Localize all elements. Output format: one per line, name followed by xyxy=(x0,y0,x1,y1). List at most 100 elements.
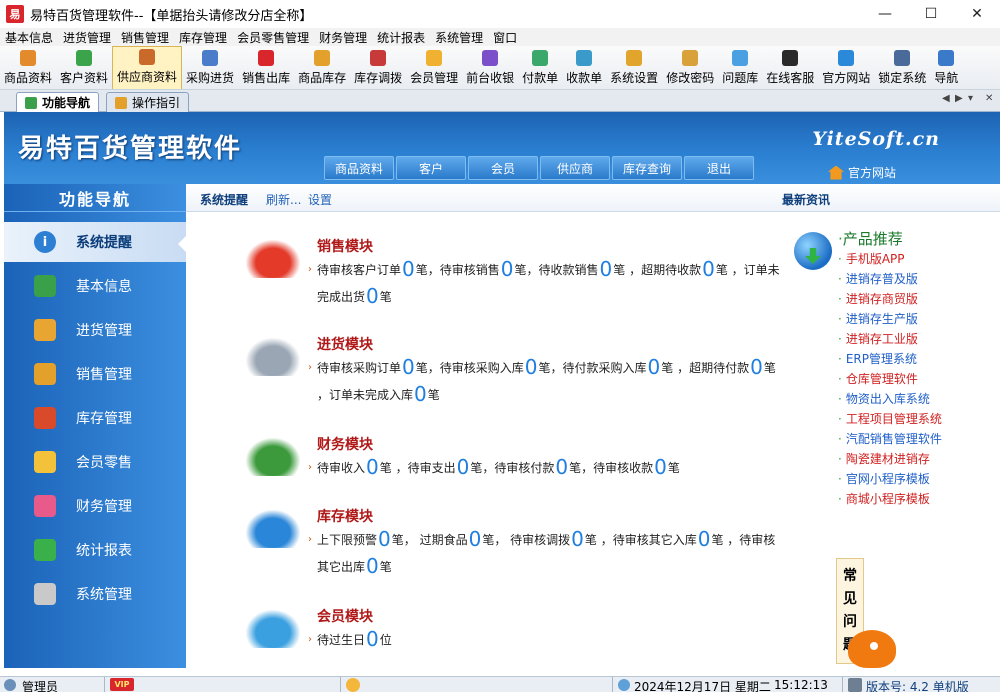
toolbar-button-10[interactable]: 收款单 xyxy=(562,46,606,89)
pending-count[interactable]: 0 xyxy=(469,527,482,551)
toolbar-button-7[interactable]: 会员管理 xyxy=(406,46,462,89)
recommend-link[interactable]: · 工程项目管理系统 xyxy=(838,410,942,427)
inventory-mgmt-icon xyxy=(34,407,56,429)
recommend-link[interactable]: · 商城小程序模板 xyxy=(838,490,930,507)
sidebar-item-2[interactable]: 进货管理 xyxy=(4,310,186,350)
toolbar-button-9[interactable]: 付款单 xyxy=(518,46,562,89)
recommend-link[interactable]: · 进销存生产版 xyxy=(838,310,918,327)
toolbar-button-8[interactable]: 前台收银 xyxy=(462,46,518,89)
refresh-link[interactable]: 刷新... xyxy=(266,191,301,208)
close-button[interactable]: ✕ xyxy=(954,0,1000,28)
sidebar-item-8[interactable]: 系统管理 xyxy=(4,574,186,614)
pending-count[interactable]: 0 xyxy=(654,455,667,479)
tab-label: 操作指引 xyxy=(132,96,181,110)
recommend-link-label: 商城小程序模板 xyxy=(845,492,930,506)
menu-item-4[interactable]: 会员零售管理 xyxy=(232,29,314,46)
recommend-link[interactable]: · 汽配销售管理软件 xyxy=(838,430,942,447)
sales-mgmt-icon xyxy=(34,363,56,385)
toolbar-button-1[interactable]: 客户资料 xyxy=(56,46,112,89)
tab-function-nav[interactable]: 功能导航 xyxy=(16,92,100,112)
pending-count[interactable]: 0 xyxy=(571,527,584,551)
maximize-button[interactable]: ☐ xyxy=(908,0,954,28)
toolbar-button-15[interactable]: 官方网站 xyxy=(818,46,874,89)
system-mgmt-icon xyxy=(34,583,56,605)
pending-count[interactable]: 0 xyxy=(648,355,661,379)
pending-count[interactable]: 0 xyxy=(702,257,715,281)
sidebar-item-4[interactable]: 库存管理 xyxy=(4,398,186,438)
sidebar-item-7[interactable]: 统计报表 xyxy=(4,530,186,570)
sidebar-item-5[interactable]: 会员零售 xyxy=(4,442,186,482)
recommend-link[interactable]: · 物资出入库系统 xyxy=(838,390,930,407)
toolbar-button-17[interactable]: 导航 xyxy=(930,46,962,89)
toolbar-button-3[interactable]: 采购进货 xyxy=(182,46,238,89)
recommend-link[interactable]: · 仓库管理软件 xyxy=(838,370,918,387)
pending-count[interactable]: 0 xyxy=(366,455,379,479)
lock-icon xyxy=(894,50,911,66)
menu-item-3[interactable]: 库存管理 xyxy=(174,29,232,46)
recommend-link-label: 官网小程序模板 xyxy=(845,472,930,486)
recommend-link[interactable]: · ERP管理系统 xyxy=(838,350,917,367)
toolbar-button-14[interactable]: 在线客服 xyxy=(762,46,818,89)
toolbar-button-2[interactable]: 供应商资料 xyxy=(112,46,183,89)
sidebar-item-3[interactable]: 销售管理 xyxy=(4,354,186,394)
tab-scroll-left-icon[interactable]: ◀ xyxy=(942,93,950,104)
pending-count[interactable]: 0 xyxy=(366,627,379,651)
pending-count[interactable]: 0 xyxy=(414,382,427,406)
recommend-link[interactable]: · 进销存普及版 xyxy=(838,270,918,287)
menu-item-8[interactable]: 窗口 xyxy=(488,29,522,46)
banner-nav-products[interactable]: 商品资料 xyxy=(324,156,394,180)
pending-count[interactable]: 0 xyxy=(600,257,613,281)
menu-item-1[interactable]: 进货管理 xyxy=(58,29,116,46)
pending-count[interactable]: 0 xyxy=(698,527,711,551)
sidebar-item-label: 进货管理 xyxy=(76,323,132,339)
pending-count[interactable]: 0 xyxy=(457,455,470,479)
tab-operation-guide[interactable]: 操作指引 xyxy=(106,92,190,112)
official-site-link[interactable]: 官方网站 xyxy=(828,164,896,181)
tab-scroll-right-icon[interactable]: ▶ xyxy=(955,93,963,104)
banner-nav-stock-query[interactable]: 库存查询 xyxy=(612,156,682,180)
pending-count[interactable]: 0 xyxy=(750,355,763,379)
menu-item-0[interactable]: 基本信息 xyxy=(0,29,58,46)
menu-item-6[interactable]: 统计报表 xyxy=(372,29,430,46)
recommend-link[interactable]: · 手机版APP xyxy=(838,250,905,267)
banner-nav-suppliers[interactable]: 供应商 xyxy=(540,156,610,180)
banner-nav-exit[interactable]: 退出 xyxy=(684,156,754,180)
tab-close-icon[interactable]: ✕ xyxy=(985,93,993,104)
banner-nav-members[interactable]: 会员 xyxy=(468,156,538,180)
recommend-link-label: 进销存工业版 xyxy=(845,332,918,346)
pending-count[interactable]: 0 xyxy=(555,455,568,479)
recommend-link[interactable]: · 官网小程序模板 xyxy=(838,470,930,487)
sidebar-item-6[interactable]: 财务管理 xyxy=(4,486,186,526)
recommend-link[interactable]: · 进销存商贸版 xyxy=(838,290,918,307)
tab-list-icon[interactable]: ▾ xyxy=(968,93,973,104)
toolbar-button-4[interactable]: 销售出库 xyxy=(238,46,294,89)
toolbar-button-5[interactable]: 商品库存 xyxy=(294,46,350,89)
module-title: 进货模块 xyxy=(317,337,373,353)
pending-count[interactable]: 0 xyxy=(501,257,514,281)
pending-count[interactable]: 0 xyxy=(525,355,538,379)
settings-link[interactable]: 设置 xyxy=(308,191,332,208)
toolbar-button-12[interactable]: 修改密码 xyxy=(662,46,718,89)
toolbar-button-16[interactable]: 锁定系统 xyxy=(874,46,930,89)
recommend-link[interactable]: · 陶瓷建材进销存 xyxy=(838,450,930,467)
pending-count[interactable]: 0 xyxy=(378,527,391,551)
menu-item-2[interactable]: 销售管理 xyxy=(116,29,174,46)
summary-text: 待审核客户订单 xyxy=(317,263,402,277)
recommend-link[interactable]: · 进销存工业版 xyxy=(838,330,918,347)
sidebar-item-1[interactable]: 基本信息 xyxy=(4,266,186,306)
brand-logo: YiteSoft.cn xyxy=(812,128,940,150)
banner-nav-customers[interactable]: 客户 xyxy=(396,156,466,180)
toolbar-button-6[interactable]: 库存调拨 xyxy=(350,46,406,89)
pending-count[interactable]: 0 xyxy=(402,257,415,281)
toolbar-button-13[interactable]: 问题库 xyxy=(718,46,762,89)
pending-count[interactable]: 0 xyxy=(402,355,415,379)
sidebar-item-0[interactable]: i 系统提醒 xyxy=(4,222,186,262)
toolbar-button-11[interactable]: 系统设置 xyxy=(606,46,662,89)
toolbar-button-0[interactable]: 商品资料 xyxy=(0,46,56,89)
minimize-button[interactable]: — xyxy=(862,0,908,28)
content-title: 系统提醒 xyxy=(200,193,249,207)
menu-item-7[interactable]: 系统管理 xyxy=(430,29,488,46)
menu-item-5[interactable]: 财务管理 xyxy=(314,29,372,46)
pending-count[interactable]: 0 xyxy=(366,284,379,308)
pending-count[interactable]: 0 xyxy=(366,554,379,578)
